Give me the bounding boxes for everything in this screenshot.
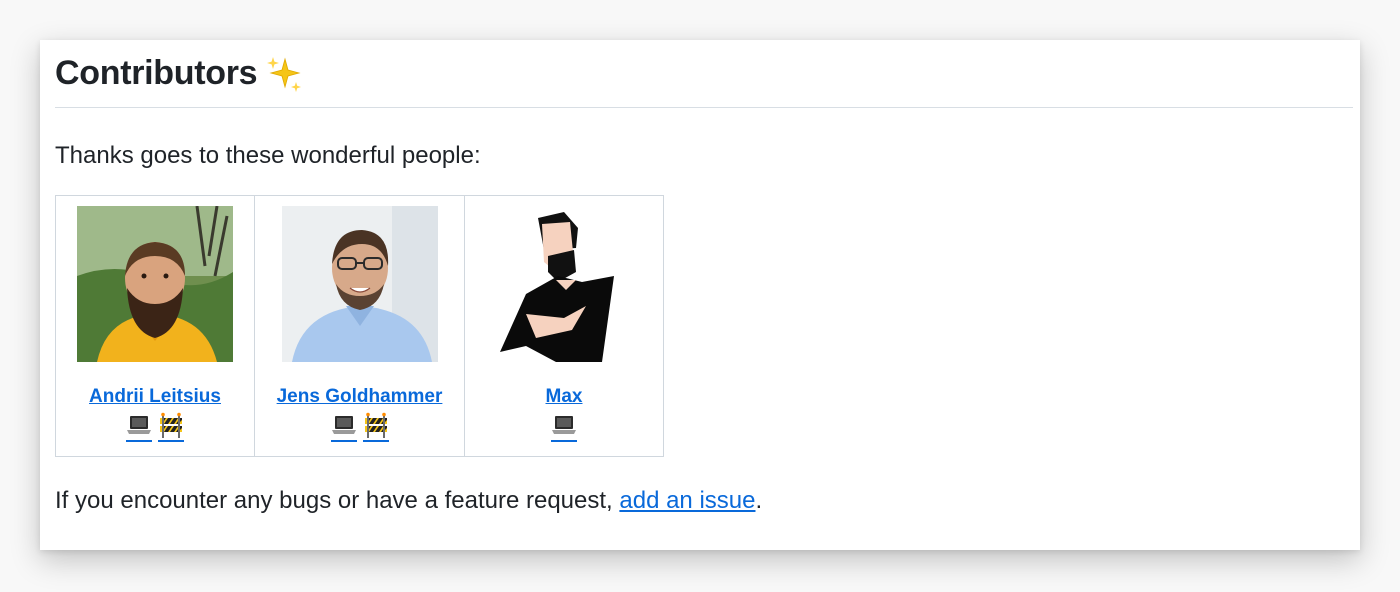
outro-text-after-link: . — [755, 487, 763, 514]
contributor-name-link[interactable]: Andrii Leitsius — [89, 386, 221, 408]
outro-text-before-link: If you encounter any bugs or have a feat… — [55, 487, 620, 514]
contributor-cell: Max — [464, 195, 664, 457]
add-issue-link[interactable]: add an issue — [619, 487, 755, 514]
contributors-heading: Contributors — [55, 40, 1353, 108]
sparkles-icon — [267, 56, 302, 92]
outro-text: If you encounter any bugs or have a feat… — [55, 485, 1353, 517]
contributors-row: Andrii Leitsius Jens Goldhammer Max — [55, 195, 664, 457]
contributor-cell: Jens Goldhammer — [254, 195, 465, 457]
contribution-badges — [330, 412, 389, 442]
avatar-photo-icon[interactable] — [77, 206, 233, 362]
avatar-illustration-icon[interactable] — [486, 206, 642, 362]
contributor-name-link[interactable]: Jens Goldhammer — [277, 386, 443, 408]
contribution-badges — [126, 412, 184, 442]
intro-text: Thanks goes to these wonderful people: — [55, 142, 481, 169]
construction-barrier-icon[interactable] — [362, 412, 389, 442]
contribution-badges — [551, 412, 577, 442]
laptop-icon[interactable] — [126, 412, 152, 442]
contributor-name-link[interactable]: Max — [546, 386, 583, 408]
contributors-table: Andrii Leitsius Jens Goldhammer Max — [55, 195, 664, 457]
readme-card: Contributors Thanks goes to these wonder… — [40, 40, 1360, 550]
contributor-cell: Andrii Leitsius — [55, 195, 255, 457]
laptop-icon[interactable] — [330, 412, 357, 442]
avatar-photo-icon[interactable] — [281, 206, 438, 362]
laptop-icon[interactable] — [551, 412, 577, 442]
construction-barrier-icon[interactable] — [158, 412, 184, 442]
section-title: Contributors — [55, 54, 258, 92]
